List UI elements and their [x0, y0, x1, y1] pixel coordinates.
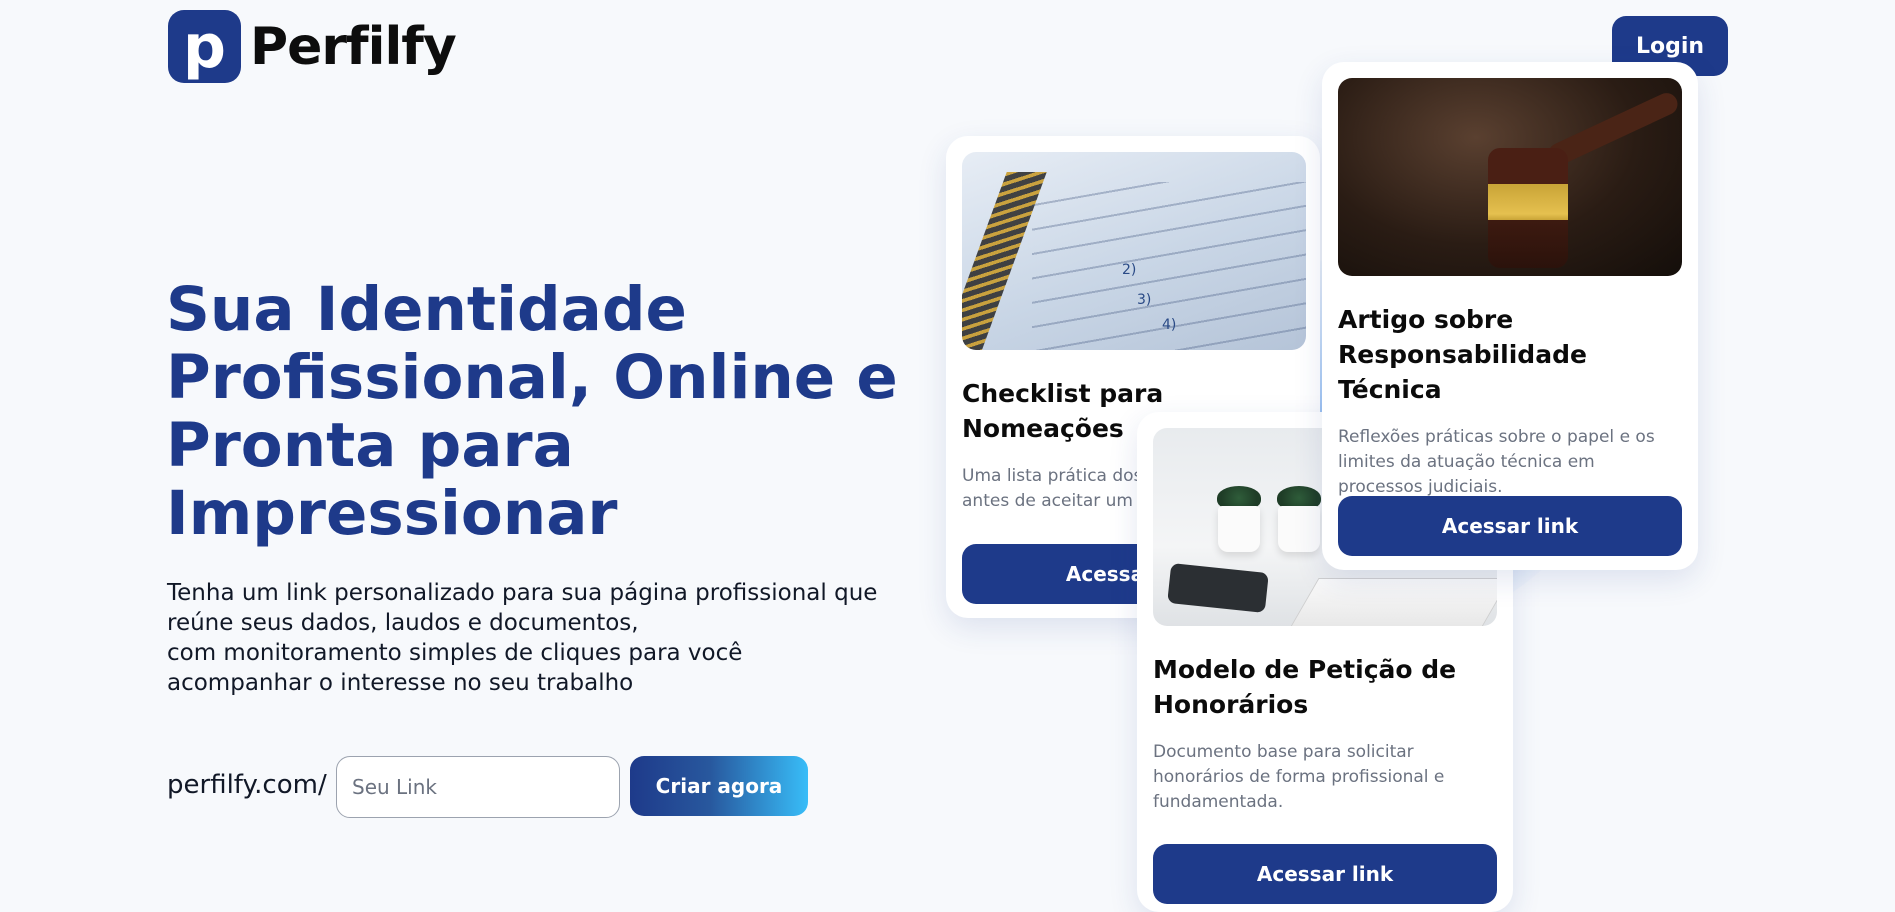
hero-description-line: com monitoramento simples de cliques par…: [167, 640, 743, 666]
logo-mark-icon: p: [168, 10, 241, 83]
link-prefix: perfilfy.com/: [167, 770, 327, 800]
custom-link-input[interactable]: [336, 756, 620, 818]
hero-description-line: acompanhar o interesse no seu trabalho: [167, 670, 634, 696]
hero-description-line: reúne seus dados, laudos e documentos,: [167, 610, 639, 636]
notebook-photo-icon: 2) 3) 4): [962, 152, 1306, 350]
hero-description: Tenha um link personalizado para sua pág…: [167, 578, 957, 698]
content-card-article: Artigo sobre Responsabilidade Técnica Re…: [1322, 62, 1698, 570]
hero-description-line: Tenha um link personalizado para sua pág…: [167, 580, 878, 606]
logo[interactable]: p Perfilfy: [168, 10, 457, 83]
card-description: Documento base para solicitar honorários…: [1153, 742, 1445, 812]
access-link-button[interactable]: Acessar link: [1153, 844, 1497, 904]
card-title: Modelo de Petição de Honorários: [1153, 655, 1457, 719]
hero-title: Sua Identidade Profissional, Online e Pr…: [166, 274, 898, 549]
gavel-photo-icon: [1338, 78, 1682, 276]
card-description: Reflexões práticas sobre o papel e os li…: [1338, 427, 1655, 497]
create-now-button[interactable]: Criar agora: [630, 756, 808, 816]
brand-name: Perfilfy: [250, 16, 457, 77]
access-link-button[interactable]: Acessar link: [1338, 496, 1682, 556]
card-title: Artigo sobre Responsabilidade Técnica: [1338, 305, 1587, 404]
